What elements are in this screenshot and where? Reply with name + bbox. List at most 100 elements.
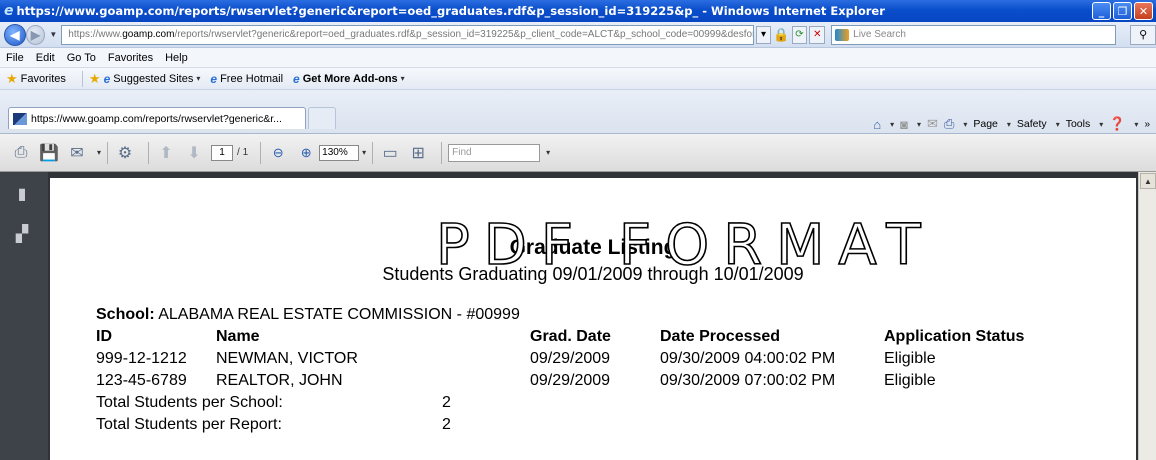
address-dropdown-button[interactable]: ▾ [755, 25, 772, 44]
cell-status: Eligible [884, 350, 936, 367]
get-addons-label: Get More Add-ons [302, 72, 398, 85]
divider [441, 141, 443, 164]
col-name-header: Name [216, 328, 260, 345]
col-grad-date-header: Grad. Date [530, 328, 611, 345]
school-label: School: [96, 306, 155, 323]
tab-current[interactable]: https://www.goamp.com/reports/rwservlet?… [8, 107, 306, 129]
tools-menu[interactable]: Tools [1066, 118, 1091, 130]
safety-menu[interactable]: Safety [1017, 118, 1047, 130]
ie-icon: e [293, 71, 300, 86]
minimize-button[interactable]: _ [1092, 2, 1111, 20]
maximize-button[interactable]: ❐ [1113, 2, 1132, 20]
total-per-report-value: 2 [442, 416, 451, 433]
refresh-button[interactable]: ⟳ [791, 25, 808, 44]
pdf-format-overlay: PDF FORMAT [435, 213, 935, 278]
window-titlebar: e https://www.goamp.com/reports/rwservle… [0, 0, 1156, 22]
feeds-icon[interactable]: ◙ [900, 117, 908, 132]
fit-width-icon[interactable]: ▭ [379, 142, 401, 164]
zoom-in-icon[interactable]: ⊕ [295, 142, 317, 164]
cell-grad-date: 09/29/2009 [530, 350, 611, 367]
vertical-scrollbar[interactable]: ▲ [1138, 172, 1156, 460]
menu-file[interactable]: File [0, 52, 30, 64]
menu-goto[interactable]: Go To [61, 52, 102, 64]
find-input[interactable]: Find [448, 143, 541, 162]
table-header: ID Name Grad. Date Date Processed Applic… [50, 328, 1136, 348]
chevron-down-icon[interactable]: ▾ [546, 148, 550, 157]
chevron-down-icon[interactable]: ▾ [917, 120, 921, 129]
favorites-label: Favorites [20, 72, 66, 85]
fit-page-icon[interactable]: ⊞ [407, 142, 429, 164]
search-placeholder: Live Search [853, 29, 906, 40]
school-name: ALABAMA REAL ESTATE COMMISSION - #00999 [158, 306, 520, 323]
close-button[interactable]: ✕ [1134, 2, 1153, 20]
pdf-nav-pane: ▮ ▞ [0, 172, 48, 460]
chevron-down-icon[interactable]: ▾ [890, 120, 894, 129]
cell-id: 123-45-6789 [96, 372, 187, 389]
next-page-icon[interactable]: ⬇ [183, 142, 205, 164]
page-count: / 1 [237, 147, 249, 158]
history-dropdown-icon[interactable]: ▼ [49, 30, 57, 39]
total-per-school-label: Total Students per School: [96, 394, 283, 411]
total-per-report-label: Total Students per Report: [96, 416, 282, 433]
live-search-icon [835, 28, 850, 41]
chevron-down-icon: ▾ [1099, 119, 1104, 129]
collaborate-icon[interactable]: ⚙ [114, 142, 136, 164]
menu-help[interactable]: Help [159, 52, 194, 64]
zoom-out-icon[interactable]: ⊖ [267, 142, 289, 164]
suggested-sites-label: Suggested Sites [113, 72, 194, 85]
stop-button[interactable]: ✕ [809, 25, 826, 44]
chevron-down-icon[interactable]: ▾ [362, 148, 366, 157]
home-icon[interactable]: ⌂ [873, 117, 881, 132]
email-icon[interactable]: ✉ [66, 142, 88, 164]
free-hotmail-label: Free Hotmail [220, 72, 284, 85]
pages-icon[interactable]: ▮ [12, 184, 32, 204]
cell-status: Eligible [884, 372, 936, 389]
print-icon[interactable]: ⎙ [944, 116, 954, 132]
chevron-down-icon[interactable]: ▾ [963, 120, 967, 129]
scroll-up-icon[interactable]: ▲ [1140, 173, 1156, 189]
lock-icon[interactable]: 🔒 [773, 27, 789, 43]
get-addons-link[interactable]: e Get More Add-ons ▾ [293, 72, 405, 86]
search-input[interactable]: Live Search [831, 24, 1117, 45]
chevron-down-icon[interactable]: ▾ [97, 148, 101, 157]
attachments-icon[interactable]: ▞ [12, 224, 32, 244]
command-bar: ⌂ ▾ ◙ ▾ ✉ ⎙ ▾ Page ▾ Safety ▾ Tools ▾ ❓ ▾ » [873, 116, 1150, 132]
cell-name: NEWMAN, VICTOR [216, 350, 358, 367]
col-date-processed-header: Date Processed [660, 328, 781, 345]
address-toolbar: ◀ ▶ ▼ https://www. goamp.com/reports/rwse… [0, 22, 1156, 48]
save-icon[interactable]: 💾 [38, 142, 60, 164]
previous-page-icon[interactable]: ⬆ [155, 142, 177, 164]
divider [372, 141, 374, 164]
ie-icon: e [103, 71, 111, 86]
print-icon[interactable]: ⎙ [10, 142, 32, 164]
add-favorite-icon[interactable]: ★ [89, 71, 101, 87]
table-row: 123-45-6789 REALTOR, JOHN 09/29/2009 09/… [50, 372, 1136, 392]
menu-bar: File Edit Go To Favorites Help [0, 48, 1156, 68]
divider [107, 141, 109, 164]
zoom-select[interactable]: 130% [319, 144, 360, 161]
divider [81, 70, 83, 87]
forward-button[interactable]: ▶ [25, 24, 46, 45]
new-tab-button[interactable] [308, 107, 336, 129]
help-icon[interactable]: ❓ [1109, 116, 1125, 132]
chevron-down-icon: ▾ [1134, 119, 1139, 129]
free-hotmail-link[interactable]: e Free Hotmail [210, 72, 283, 86]
cell-grad-date: 09/29/2009 [530, 372, 611, 389]
table-row: 999-12-1212 NEWMAN, VICTOR 09/29/2009 09… [50, 350, 1136, 370]
address-input[interactable]: https://www. goamp.com/reports/rwservlet?… [61, 24, 754, 45]
search-button[interactable]: ⚲ [1130, 24, 1156, 45]
overflow-chevron-icon[interactable]: » [1144, 119, 1150, 130]
school-line: School: ALABAMA REAL ESTATE COMMISSION -… [96, 306, 520, 324]
page-number-input[interactable]: 1 [211, 144, 234, 161]
col-status-header: Application Status [884, 328, 1025, 345]
menu-favorites[interactable]: Favorites [102, 52, 159, 64]
page-menu[interactable]: Page [973, 118, 998, 130]
cell-id: 999-12-1212 [96, 350, 187, 367]
tab-bar: https://www.goamp.com/reports/rwservlet?… [0, 90, 1156, 134]
menu-edit[interactable]: Edit [30, 52, 61, 64]
cell-date-processed: 09/30/2009 07:00:02 PM [660, 372, 836, 389]
favorites-button[interactable]: ★ Favorites [0, 71, 66, 87]
suggested-sites-link[interactable]: e Suggested Sites ▾ [104, 72, 201, 86]
mail-icon[interactable]: ✉ [927, 116, 938, 132]
back-button[interactable]: ◀ [4, 23, 26, 46]
